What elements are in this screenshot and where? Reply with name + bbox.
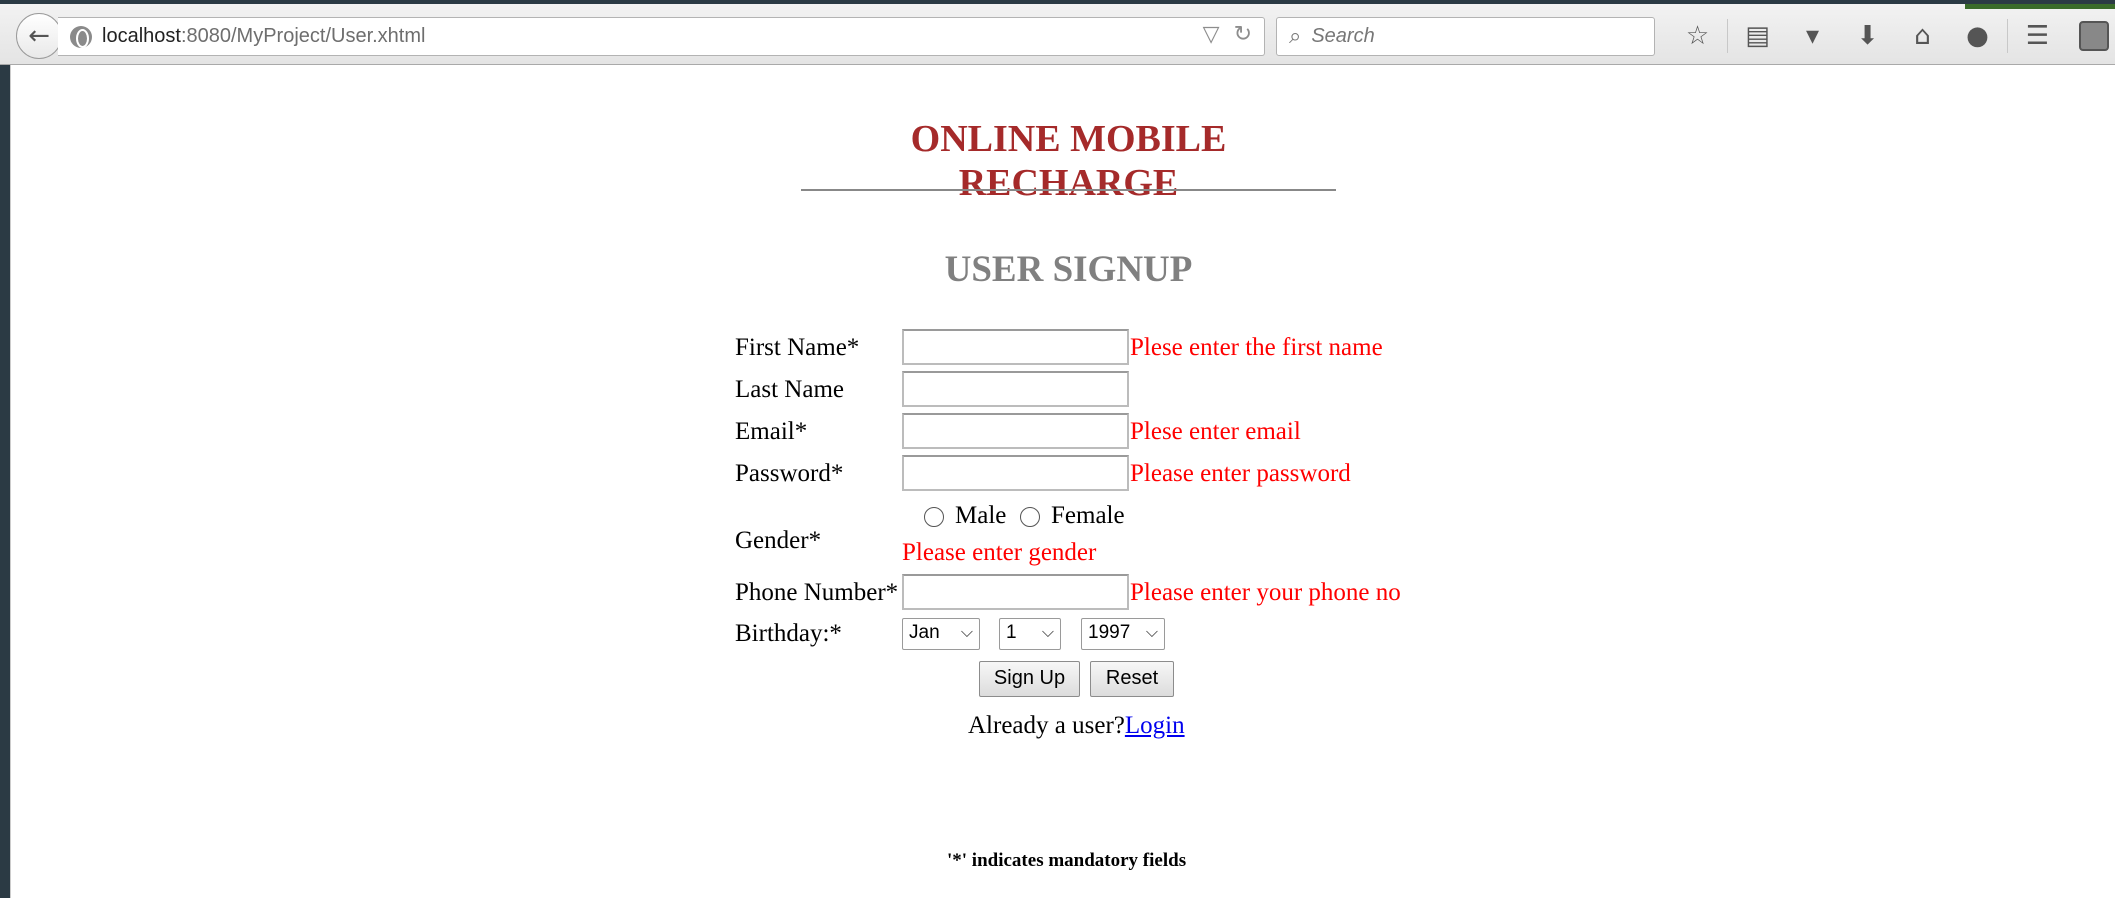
menu-icon[interactable]: ☰ <box>2010 21 2065 51</box>
gender-female-radio[interactable] <box>1020 507 1040 527</box>
first-name-label: First Name* <box>735 334 860 361</box>
back-arrow-icon[interactable]: ← <box>16 13 62 59</box>
chevron-down-icon: ⌵ <box>1145 624 1158 641</box>
password-label: Password* <box>735 460 844 487</box>
gender-male-label: Male <box>955 502 1007 529</box>
search-bar[interactable]: ⌕ <box>1276 17 1655 56</box>
url-host: localhost <box>102 25 181 47</box>
gender-error: Please enter gender <box>902 539 1097 566</box>
signup-heading: USER SIGNUP <box>944 249 1193 290</box>
chat-icon[interactable]: ● <box>1950 21 2005 51</box>
phone-input[interactable] <box>902 574 1129 610</box>
gender-female-label: Female <box>1051 502 1125 529</box>
chevron-down-icon: ⌵ <box>960 624 973 641</box>
window-corner-accent <box>1965 4 2115 9</box>
page-viewport: ONLINE MOBILE RECHARGE USER SIGNUP First… <box>10 65 2115 898</box>
search-input[interactable] <box>1309 24 1630 49</box>
mandatory-note: '*' indicates mandatory fields <box>947 850 1187 871</box>
first-name-input[interactable] <box>902 329 1129 365</box>
email-input[interactable] <box>902 413 1129 449</box>
extension-icon[interactable] <box>2079 21 2109 51</box>
email-error: Plese enter email <box>1130 418 1301 445</box>
birthday-day-select[interactable]: 1 ⌵ <box>999 618 1061 650</box>
separator <box>2007 19 2008 53</box>
home-icon[interactable]: ⌂ <box>1895 21 1950 51</box>
already-user-row: Already a user?Login <box>968 712 1185 740</box>
first-name-error: Plese enter the first name <box>1130 334 1383 361</box>
url-path: :8080/MyProject/User.xhtml <box>180 25 426 47</box>
phone-error: Please enter your phone no <box>1130 579 1401 606</box>
birthday-label: Birthday:* <box>735 620 842 647</box>
password-input[interactable] <box>902 455 1129 491</box>
last-name-input[interactable] <box>902 371 1129 407</box>
login-link[interactable]: Login <box>1125 712 1185 739</box>
search-icon: ⌕ <box>1289 24 1302 49</box>
separator <box>1727 19 1728 53</box>
bookmark-star-icon[interactable]: ☆ <box>1670 21 1725 51</box>
birthday-month-value: Jan <box>909 622 940 643</box>
reading-list-icon[interactable]: ▤ <box>1730 21 1785 51</box>
last-name-label: Last Name <box>735 376 844 403</box>
birthday-month-select[interactable]: Jan ⌵ <box>902 618 980 650</box>
browser-toolbar: ← localhost:8080/MyProject/User.xhtml ▽ … <box>0 0 2115 65</box>
reload-icon[interactable]: ↻ <box>1234 22 1252 47</box>
birthday-year-value: 1997 <box>1088 622 1131 643</box>
birthday-day-value: 1 <box>1006 622 1017 643</box>
download-icon[interactable]: ⬇ <box>1840 21 1895 51</box>
address-bar[interactable]: localhost:8080/MyProject/User.xhtml ▽ ↻ <box>58 17 1265 56</box>
email-label: Email* <box>735 418 808 445</box>
page-title: ONLINE MOBILE RECHARGE <box>910 118 1227 204</box>
birthday-year-select[interactable]: 1997 ⌵ <box>1081 618 1165 650</box>
pocket-icon[interactable]: ▾ <box>1785 21 1840 51</box>
sign-up-button[interactable]: Sign Up <box>979 661 1080 697</box>
toolbar-icons: ☆ ▤ ▾ ⬇ ⌂ ● ☰ <box>1670 14 2109 58</box>
reset-button[interactable]: Reset <box>1090 661 1174 697</box>
already-user-text: Already a user? <box>968 712 1125 739</box>
dropdown-triangle-icon[interactable]: ▽ <box>1203 22 1220 47</box>
phone-label: Phone Number* <box>735 579 899 606</box>
title-divider <box>801 189 1336 191</box>
gender-male-radio[interactable] <box>924 507 944 527</box>
globe-icon <box>70 25 92 48</box>
password-error: Please enter password <box>1130 460 1351 487</box>
gender-label: Gender* <box>735 527 822 554</box>
chevron-down-icon: ⌵ <box>1041 624 1054 641</box>
